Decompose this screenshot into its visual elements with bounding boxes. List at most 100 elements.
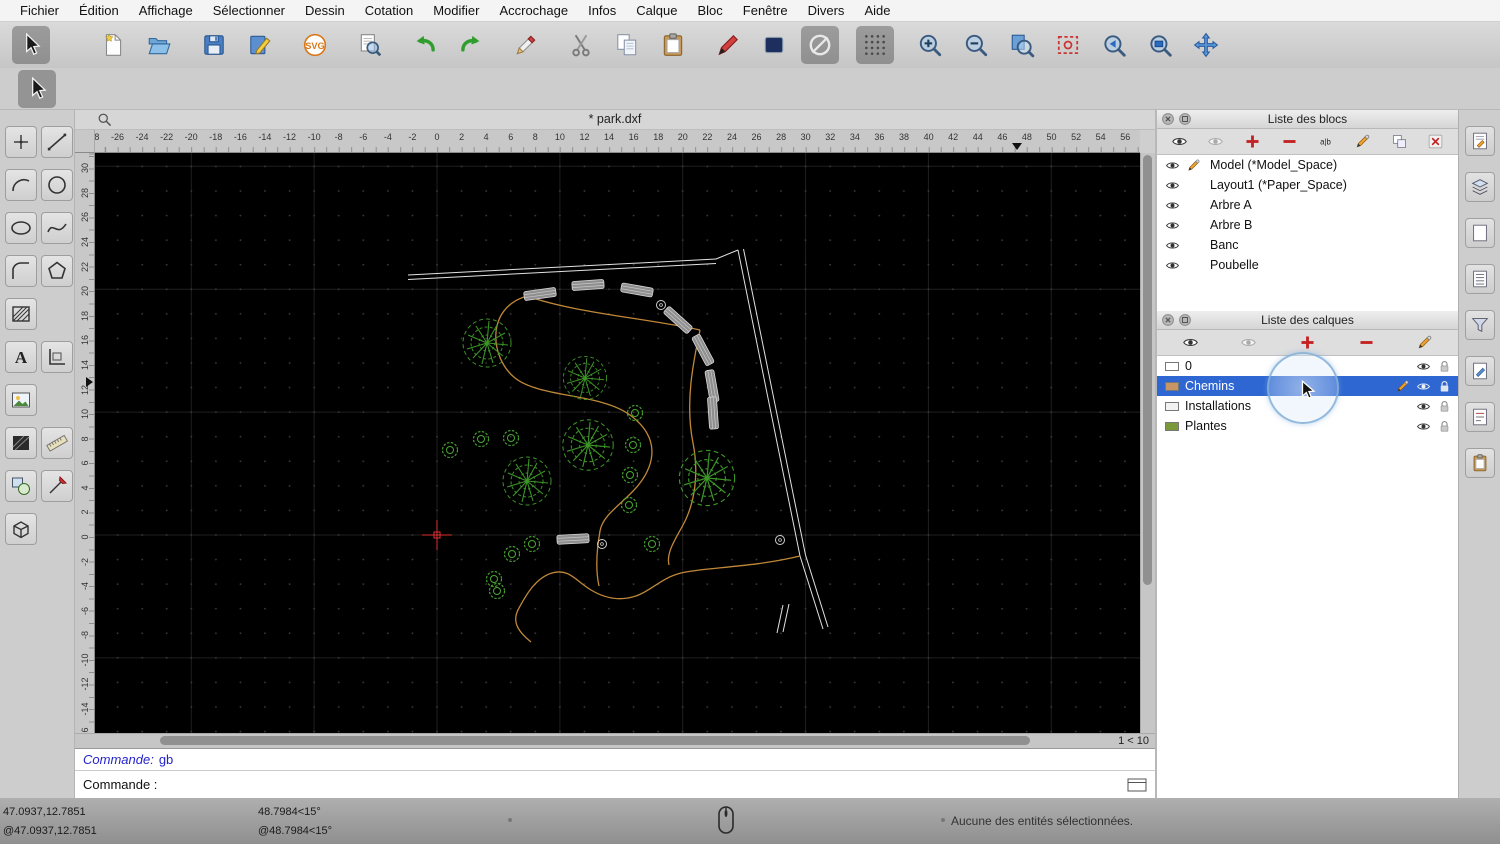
shape-library-tool-button[interactable] [5,470,37,502]
selection-box-button[interactable] [755,26,793,64]
polygon-tool-button[interactable] [41,255,73,287]
layer-list-panel-button[interactable] [1464,172,1495,202]
point-tool-button[interactable] [5,126,37,158]
float-panel-icon[interactable] [1179,314,1191,326]
vertical-scrollbar-thumb[interactable] [1143,155,1152,585]
purge-block-button[interactable] [1423,132,1449,152]
menu-item-fenetre[interactable]: Fenêtre [733,0,798,22]
print-preview-button[interactable] [351,26,389,64]
command-detach-icon[interactable] [1127,778,1147,792]
auto-zoom-button[interactable] [1003,26,1041,64]
menu-item-calque[interactable]: Calque [626,0,687,22]
block-list-item[interactable]: Poubelle [1157,255,1458,275]
menu-item-aide[interactable]: Aide [854,0,900,22]
selection-filter-panel-button[interactable] [1464,310,1495,340]
rename-block-button[interactable]: a|b [1313,132,1339,152]
block-list-item[interactable]: Banc [1157,235,1458,255]
show-all-layers-button[interactable] [1177,333,1203,353]
hide-all-blocks-button[interactable] [1203,132,1229,152]
draft-mode-button[interactable] [801,26,839,64]
block-list-panel-button[interactable] [1464,218,1495,248]
line-tool-button[interactable] [41,126,73,158]
ellipse-tool-button[interactable] [5,212,37,244]
export-svg-button[interactable]: SVG [296,26,334,64]
fillet-tool-button[interactable] [5,255,37,287]
zoom-out-button[interactable] [957,26,995,64]
menu-item-fichier[interactable]: Fichier [10,0,69,22]
menu-item-infos[interactable]: Infos [578,0,626,22]
hide-all-layers-button[interactable] [1236,333,1262,353]
horizontal-scrollbar[interactable]: 1 < 10 [75,733,1155,748]
paste-button[interactable] [654,26,692,64]
edit-layer-button[interactable] [1412,333,1438,353]
redo-button[interactable] [452,26,490,64]
horizontal-ruler-label: 0 [434,132,440,142]
menu-item-bloc[interactable]: Bloc [687,0,732,22]
spline-tool-button[interactable] [41,212,73,244]
image-tool-button[interactable] [5,384,37,416]
measure-tool-button[interactable] [41,427,73,459]
float-panel-icon[interactable] [1179,113,1191,125]
block-list-item[interactable]: Arbre B [1157,215,1458,235]
erase-button[interactable] [507,26,545,64]
grid-toggle-button[interactable] [856,26,894,64]
menu-item-dessin[interactable]: Dessin [295,0,355,22]
isometric-view-tool-button[interactable] [5,513,37,545]
text-tool-button[interactable]: A [5,341,37,373]
open-document-button[interactable] [140,26,178,64]
clipboard-panel-button[interactable] [1464,448,1495,478]
undo-button[interactable] [406,26,444,64]
view-list-panel-button[interactable] [1464,264,1495,294]
menu-item-divers[interactable]: Divers [798,0,855,22]
horizontal-scrollbar-thumb[interactable] [160,736,1030,745]
rectangle-tool-button[interactable] [41,341,73,373]
show-all-blocks-button[interactable] [1166,132,1192,152]
circle-tool-button[interactable] [41,169,73,201]
add-block-button[interactable] [1240,132,1266,152]
drawing-canvas[interactable] [95,153,1140,733]
property-editor-panel-button[interactable] [1464,126,1495,156]
vertical-scrollbar[interactable] [1140,153,1155,733]
insert-block-button[interactable] [1386,132,1412,152]
close-panel-icon[interactable] [1162,314,1174,326]
zoom-in-button[interactable] [911,26,949,64]
edit-block-button[interactable] [1349,132,1375,152]
menu-item-edition[interactable]: Édition [69,0,129,22]
menu-item-cotation[interactable]: Cotation [355,0,423,22]
command-line-panel-icon [1469,360,1491,382]
zoom-extents-button[interactable] [1049,26,1087,64]
command-line-panel-button[interactable] [1464,356,1495,386]
menu-item-affichage[interactable]: Affichage [129,0,203,22]
snap-tool-button[interactable] [41,470,73,502]
horizontal-ruler-label: -6 [359,132,368,142]
previous-view-button[interactable] [1095,26,1133,64]
auto-zoom-icon [1009,32,1035,58]
new-document-button[interactable] [94,26,132,64]
menu-item-modifier[interactable]: Modifier [423,0,489,22]
block-list-item[interactable]: Model (*Model_Space) [1157,155,1458,175]
add-layer-button[interactable] [1294,333,1320,353]
vertical-ruler-label: 2 [79,509,90,515]
remove-layer-button[interactable] [1353,333,1379,353]
command-input[interactable] [157,771,1155,798]
remove-block-button[interactable] [1276,132,1302,152]
cut-button[interactable] [562,26,600,64]
zoom-window-button[interactable] [1141,26,1179,64]
hatch-tool-button[interactable] [5,298,37,330]
edit-document-button[interactable] [241,26,279,64]
arc-tool-button[interactable] [5,169,37,201]
selection-pointer-button[interactable] [12,26,50,64]
point-tool-icon [9,130,33,154]
menu-item-accrochage[interactable]: Accrochage [489,0,578,22]
copy-button[interactable] [608,26,646,64]
menu-item-selectionner[interactable]: Sélectionner [203,0,295,22]
solid-fill-tool-button[interactable] [5,427,37,459]
pan-button[interactable] [1187,26,1225,64]
close-panel-icon[interactable] [1162,113,1174,125]
selection-pointer-2-button[interactable] [18,69,56,108]
script-shell-panel-button[interactable] [1464,402,1495,432]
draw-pen-button[interactable] [709,26,747,64]
block-list-item[interactable]: Layout1 (*Paper_Space) [1157,175,1458,195]
save-document-button[interactable] [195,26,233,64]
block-list-item[interactable]: Arbre A [1157,195,1458,215]
